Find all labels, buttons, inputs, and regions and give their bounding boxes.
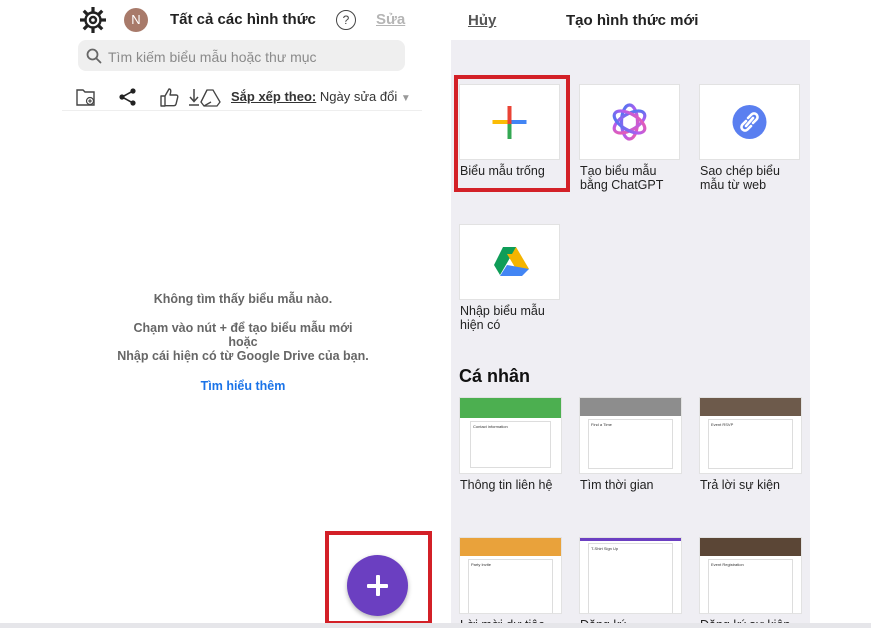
plus-icon-stroke: [376, 575, 380, 596]
forms-list-panel: N Tất cả các hình thức ? Sửa Sắp xếp the…: [0, 0, 451, 628]
edit-button[interactable]: Sửa: [376, 11, 405, 28]
template-card[interactable]: Event Registration: [699, 537, 802, 614]
template-heading: Find a Time: [591, 422, 612, 427]
template-preview: T-Shirt Sign Up: [588, 543, 673, 613]
template-label: Trả lời sự kiện: [700, 478, 781, 492]
option-label: Nhập biểu mẫu hiện có: [460, 304, 570, 332]
option-label: Sao chép biểu mẫu từ web: [700, 164, 810, 192]
template-banner: [700, 398, 801, 416]
search-input[interactable]: [106, 40, 400, 73]
option-label-line: mẫu từ web: [700, 178, 767, 192]
template-banner: [580, 538, 681, 541]
template-heading: Contact information: [473, 424, 508, 429]
template-preview: Event RSVP: [708, 419, 793, 469]
chatgpt-form-card[interactable]: [579, 84, 680, 160]
search-bar: [78, 40, 405, 73]
empty-state-line: Chạm vào nút + để tạo biểu mẫu mới: [133, 321, 353, 335]
template-preview: Party Invite: [468, 559, 553, 613]
empty-state-message: Chạm vào nút + để tạo biểu mẫu mới hoặc …: [0, 321, 486, 363]
empty-state-line: Nhập cái hiện có từ Google Drive của bạn…: [117, 349, 369, 363]
template-heading: Event RSVP: [711, 422, 734, 427]
new-form-header: Hủy Tạo hình thức mới: [451, 0, 810, 40]
option-label-line: hiện có: [460, 318, 501, 332]
template-label: Thông tin liên hệ: [460, 478, 553, 492]
option-label-line: Sao chép biểu: [700, 164, 780, 178]
new-form-title: Tạo hình thức mới: [566, 12, 699, 29]
template-label: Tìm thời gian: [580, 478, 654, 492]
learn-more-link[interactable]: Tìm hiểu thêm: [0, 379, 486, 393]
option-label-line: Tạo biểu mẫu: [580, 164, 657, 178]
template-heading: T-Shirt Sign Up: [591, 546, 619, 551]
template-banner: [460, 398, 561, 418]
divider: [62, 110, 422, 111]
option-label-line: bằng ChatGPT: [580, 178, 664, 192]
sort-control[interactable]: Sắp xếp theo: Ngày sửa đổi ▼: [231, 89, 411, 104]
template-card[interactable]: Event RSVP: [699, 397, 802, 474]
option-label: Tạo biểu mẫu bằng ChatGPT: [580, 164, 690, 192]
template-heading: Event Registration: [711, 562, 744, 567]
copy-web-form-card[interactable]: [699, 84, 800, 160]
template-card[interactable]: T-Shirt Sign Up: [579, 537, 682, 614]
template-card[interactable]: Find a Time: [579, 397, 682, 474]
share-icon[interactable]: [117, 86, 139, 108]
template-preview: Event Registration: [708, 559, 793, 613]
cancel-button[interactable]: Hủy: [468, 12, 496, 29]
sort-value: Ngày sửa đổi: [319, 89, 398, 104]
avatar[interactable]: N: [124, 8, 148, 32]
page-title: Tất cả các hình thức: [170, 11, 316, 28]
template-banner: [460, 538, 561, 556]
template-banner: [700, 538, 801, 556]
background: [810, 0, 871, 628]
highlight-box: [454, 75, 570, 192]
gear-icon[interactable]: [80, 7, 106, 33]
caret-down-icon: ▼: [400, 93, 411, 104]
thumbs-up-icon[interactable]: [159, 86, 181, 108]
template-card[interactable]: Contact information: [459, 397, 562, 474]
empty-state-title: Không tìm thấy biểu mẫu nào.: [153, 292, 333, 306]
option-label-line: Nhập biểu mẫu: [460, 304, 545, 318]
import-drive-form-card[interactable]: [459, 224, 560, 300]
add-form-button[interactable]: [347, 555, 408, 616]
template-heading: Party Invite: [471, 562, 492, 567]
empty-state-line: hoặc: [228, 335, 258, 349]
new-folder-icon[interactable]: [75, 86, 97, 108]
sort-label: Sắp xếp theo:: [231, 89, 317, 104]
template-preview: Contact information: [470, 421, 551, 468]
google-drive-icon: [494, 247, 529, 276]
section-title: Cá nhân: [459, 366, 531, 386]
scroll-edge: [0, 623, 871, 628]
template-preview: Find a Time: [588, 419, 673, 469]
search-icon: [86, 48, 102, 64]
help-icon[interactable]: ?: [336, 10, 356, 30]
template-card[interactable]: Party Invite: [459, 537, 562, 614]
template-banner: [580, 398, 681, 416]
chatgpt-icon: [612, 103, 647, 141]
new-form-panel: Hủy Tạo hình thức mới Biểu mẫu trống Tạo…: [451, 0, 810, 628]
link-icon: [732, 105, 767, 139]
download-drive-icon[interactable]: [187, 86, 221, 108]
